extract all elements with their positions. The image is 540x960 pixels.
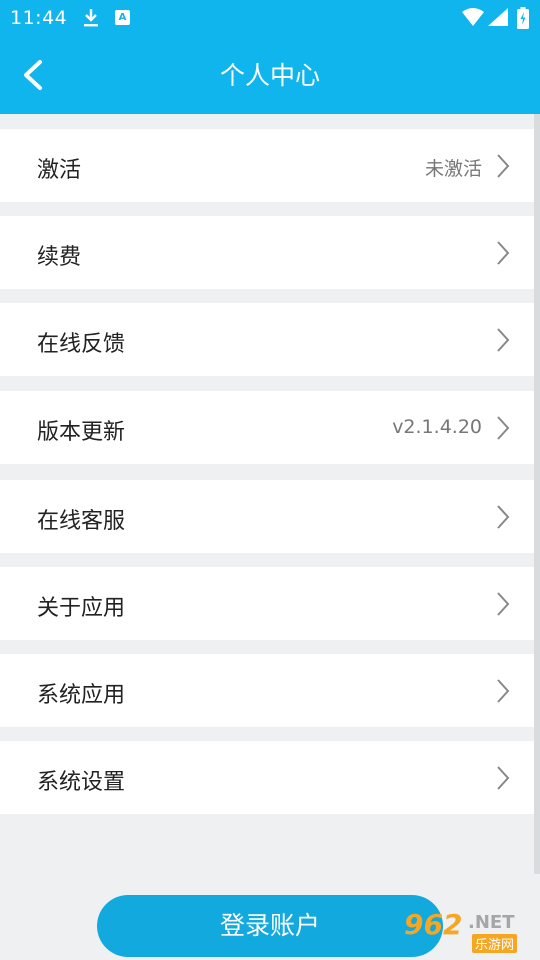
menu-item-label: 续费 — [37, 245, 82, 270]
activation-status: 未激活 — [424, 158, 482, 180]
menu-item-label: 激活 — [37, 158, 82, 183]
battery-icon — [517, 7, 529, 33]
wifi-icon — [462, 8, 484, 30]
menu-item-label: 版本更新 — [37, 420, 126, 445]
chevron-right-icon — [496, 415, 510, 445]
menu-item-label: 在线反馈 — [37, 332, 126, 357]
chevron-right-icon — [496, 678, 510, 708]
menu-item-label: 在线客服 — [37, 509, 126, 534]
status-bar: 11:44 A — [0, 0, 540, 36]
watermark-number: 962 — [404, 908, 463, 941]
menu-item-renew[interactable]: 续费 — [0, 216, 534, 289]
menu-item-label: 系统应用 — [37, 683, 126, 708]
signal-icon — [488, 8, 508, 30]
menu-item-label: 关于应用 — [37, 596, 126, 621]
app-header: 个人中心 — [0, 36, 540, 114]
chevron-right-icon — [496, 327, 510, 357]
page-title: 个人中心 — [219, 61, 320, 90]
menu-item-label: 系统设置 — [37, 770, 126, 795]
chevron-right-icon — [496, 591, 510, 621]
menu-item-customer-service[interactable]: 在线客服 — [0, 480, 534, 553]
version-number: v2.1.4.20 — [392, 416, 482, 438]
menu-item-version-update[interactable]: 版本更新 v2.1.4.20 — [0, 391, 534, 464]
menu-item-activate[interactable]: 激活 未激活 — [0, 129, 534, 202]
login-button-label: 登录账户 — [219, 911, 320, 940]
menu-item-about[interactable]: 关于应用 — [0, 567, 534, 640]
a-badge-icon: A — [115, 10, 130, 25]
watermark-domain: .NET — [468, 912, 515, 933]
menu-item-system-settings[interactable]: 系统设置 — [0, 741, 534, 814]
scrollbar[interactable] — [534, 114, 540, 874]
chevron-right-icon — [496, 240, 510, 270]
chevron-right-icon — [496, 504, 510, 534]
menu-item-feedback[interactable]: 在线反馈 — [0, 303, 534, 376]
download-icon — [82, 8, 100, 32]
menu-item-system-apps[interactable]: 系统应用 — [0, 654, 534, 727]
status-time: 11:44 — [10, 7, 68, 29]
chevron-right-icon — [496, 153, 510, 183]
watermark-logo: 962 .NET 乐游网 — [400, 908, 534, 956]
chevron-right-icon — [496, 765, 510, 795]
watermark-subtitle: 乐游网 — [472, 934, 518, 953]
a-badge-letter: A — [118, 12, 127, 23]
login-button[interactable]: 登录账户 — [97, 895, 443, 957]
